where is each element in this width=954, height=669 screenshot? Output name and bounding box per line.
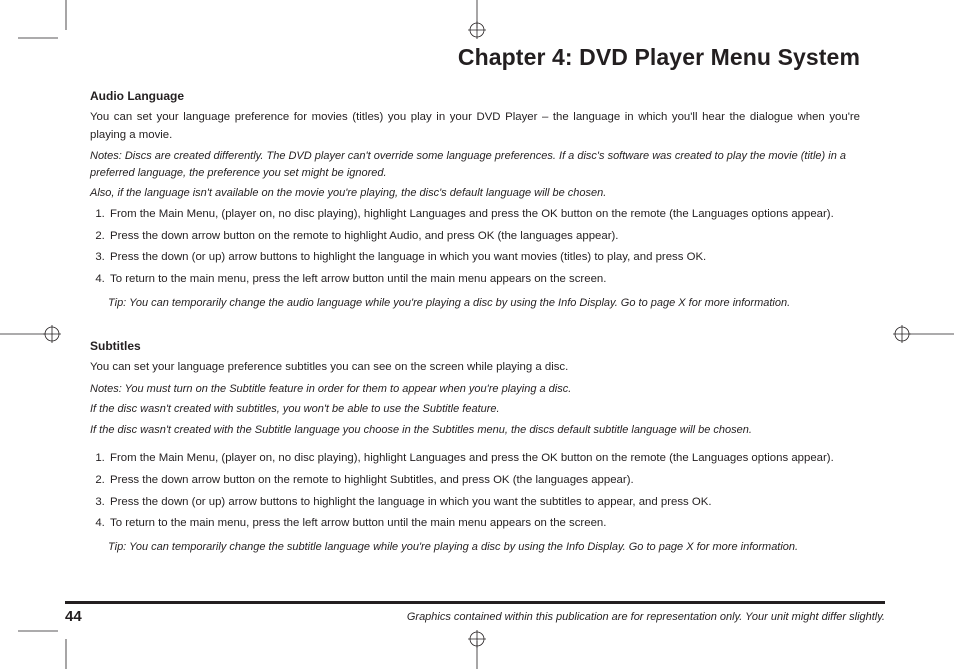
subtitles-step: Press the down (or up) arrow buttons to … [108, 494, 860, 512]
heading-subtitles: Subtitles [90, 339, 860, 353]
crop-mark-left [0, 323, 65, 345]
audio-note-1: Notes: Discs are created differently. Th… [90, 148, 860, 181]
audio-steps-list: From the Main Menu, (player on, no disc … [108, 206, 860, 289]
content-area: Chapter 4: DVD Player Menu System Audio … [65, 40, 885, 555]
audio-intro: You can set your language preference for… [90, 109, 860, 144]
subtitles-note-2: If the disc wasn't created with subtitle… [90, 401, 860, 418]
subtitles-step: From the Main Menu, (player on, no disc … [108, 450, 860, 468]
audio-step: From the Main Menu, (player on, no disc … [108, 206, 860, 224]
corner-tl [18, 0, 68, 40]
subtitles-note-3: If the disc wasn't created with the Subt… [90, 422, 860, 439]
audio-step: Press the down arrow button on the remot… [108, 228, 860, 246]
footer-rule [65, 601, 885, 604]
subtitles-tip: Tip: You can temporarily change the subt… [108, 539, 860, 556]
audio-step: Press the down (or up) arrow buttons to … [108, 249, 860, 267]
subtitles-note-1: Notes: You must turn on the Subtitle fea… [90, 381, 860, 398]
subtitles-steps-list: From the Main Menu, (player on, no disc … [108, 450, 860, 533]
footer-caption: Graphics contained within this publicati… [407, 611, 885, 623]
crop-mark-bottom [466, 629, 488, 669]
audio-note-2: Also, if the language isn't available on… [90, 185, 860, 202]
corner-bl [18, 629, 68, 669]
crop-mark-top [466, 0, 488, 40]
subtitles-intro: You can set your language preference sub… [90, 359, 860, 377]
subtitles-step: To return to the main menu, press the le… [108, 515, 860, 533]
audio-tip: Tip: You can temporarily change the audi… [108, 295, 860, 312]
heading-audio-language: Audio Language [90, 89, 860, 103]
chapter-title: Chapter 4: DVD Player Menu System [90, 44, 860, 71]
crop-mark-right [889, 323, 954, 345]
subtitles-step: Press the down arrow button on the remot… [108, 472, 860, 490]
audio-step: To return to the main menu, press the le… [108, 271, 860, 289]
footer-block: 44 Graphics contained within this public… [65, 601, 885, 625]
page-number: 44 [65, 608, 82, 625]
page: Chapter 4: DVD Player Menu System Audio … [65, 40, 885, 625]
